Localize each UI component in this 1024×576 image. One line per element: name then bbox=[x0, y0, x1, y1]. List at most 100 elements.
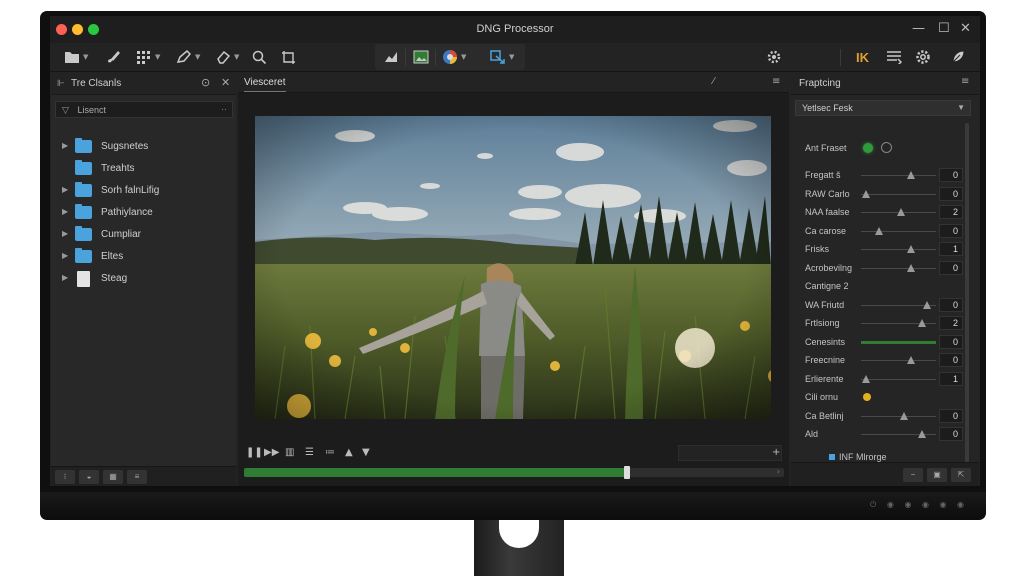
param-slider-thumb[interactable] bbox=[862, 374, 871, 383]
param-slider-thumb[interactable] bbox=[862, 189, 871, 198]
panel-scrollbar[interactable] bbox=[965, 123, 969, 463]
param-value-field[interactable]: 0 bbox=[939, 334, 963, 349]
param-slider[interactable] bbox=[861, 430, 936, 438]
seek-bar[interactable]: › bbox=[244, 466, 784, 479]
pen-icon[interactable]: ▼ bbox=[176, 48, 200, 66]
sidebar-item-2[interactable]: ▶ Sorh falnLifig bbox=[51, 181, 236, 201]
param-slider[interactable] bbox=[861, 263, 936, 272]
param-slider[interactable] bbox=[861, 340, 936, 344]
auto-preset-toggle-off[interactable] bbox=[881, 142, 892, 153]
photo-canvas[interactable] bbox=[255, 116, 771, 419]
fast-forward-icon[interactable]: ▶▶ bbox=[264, 447, 279, 458]
ik-logo-icon[interactable]: IK bbox=[856, 48, 869, 66]
param-value-field[interactable]: 0 bbox=[939, 297, 963, 312]
info-button[interactable]: ⁝ bbox=[55, 470, 75, 484]
param-slider-thumb[interactable] bbox=[907, 171, 916, 179]
param-slider-thumb[interactable] bbox=[923, 300, 932, 309]
auto-preset-toggle-on[interactable] bbox=[863, 143, 873, 153]
edit-icon[interactable]: ⁄ bbox=[713, 76, 715, 87]
options-icon[interactable]: ⊙ bbox=[201, 76, 210, 89]
param-slider-thumb[interactable] bbox=[907, 356, 916, 364]
param-value-field[interactable]: 1 bbox=[939, 242, 963, 256]
param-slider-thumb[interactable] bbox=[917, 430, 926, 438]
sidebar-item-6[interactable]: ▶ Steag bbox=[51, 269, 236, 289]
close-icon[interactable]: ✕ bbox=[960, 21, 971, 36]
minimize-icon[interactable]: — bbox=[912, 21, 925, 36]
panel-menu-icon[interactable]: ≡ bbox=[961, 76, 969, 87]
list-icon[interactable]: ☰ bbox=[305, 447, 314, 458]
param-slider-thumb[interactable] bbox=[900, 411, 909, 420]
monitor-buttons[interactable]: ⏻ ◉ ◉ ◉ ◉ ◉ bbox=[870, 500, 968, 510]
color-wheel-icon[interactable]: ▼ bbox=[442, 48, 466, 66]
library-filter-dropdown[interactable]: ▽ Lisenct ·· bbox=[55, 101, 233, 118]
param-slider[interactable] bbox=[861, 226, 936, 235]
brush-icon[interactable] bbox=[106, 48, 120, 66]
bars-icon[interactable]: ▥ bbox=[285, 447, 294, 458]
param-slider[interactable] bbox=[861, 300, 936, 309]
eraser-icon[interactable]: ▼ bbox=[215, 48, 239, 66]
grid-icon[interactable]: ▼ bbox=[136, 48, 160, 66]
settings-icon[interactable] bbox=[766, 48, 782, 66]
param-value-field[interactable]: 0 bbox=[939, 260, 963, 275]
param-value-field[interactable]: 1 bbox=[939, 371, 963, 386]
image-icon[interactable] bbox=[413, 48, 429, 66]
filter-more-icon[interactable]: ·· bbox=[221, 104, 227, 114]
expand-arrow-icon[interactable]: ▶ bbox=[62, 229, 68, 238]
param-value-field[interactable]: 0 bbox=[939, 186, 963, 201]
param-value-field[interactable]: 0 bbox=[939, 408, 963, 423]
folder-icon[interactable]: ▼ bbox=[64, 48, 88, 66]
tag-button[interactable]: ◒ bbox=[79, 470, 99, 484]
param-slider[interactable] bbox=[861, 245, 936, 253]
sidebar-item-3[interactable]: ▶ Pathiylance bbox=[51, 203, 236, 223]
sidebar-item-5[interactable]: ▶ Eltes bbox=[51, 247, 236, 267]
param-slider[interactable] bbox=[861, 208, 936, 216]
close-panel-icon[interactable]: ✕ bbox=[221, 76, 230, 89]
expand-arrow-icon[interactable]: ▶ bbox=[62, 141, 68, 150]
param-value-field[interactable]: 0 bbox=[939, 353, 963, 367]
param-slider-thumb[interactable] bbox=[917, 319, 926, 327]
param-slider[interactable] bbox=[861, 319, 936, 327]
gear-icon[interactable] bbox=[915, 48, 931, 66]
sidebar-item-4[interactable]: ▶ Cumpliar bbox=[51, 225, 236, 245]
feather-icon[interactable] bbox=[950, 48, 966, 66]
color-swatch[interactable] bbox=[863, 393, 871, 401]
param-value-field[interactable]: 0 bbox=[939, 168, 963, 182]
crop-icon[interactable] bbox=[281, 48, 296, 66]
expand-arrow-icon[interactable]: ▶ bbox=[62, 251, 68, 260]
timecode-field[interactable] bbox=[678, 445, 782, 461]
save-preset-button[interactable]: ▣ bbox=[927, 468, 947, 482]
seek-bar-thumb[interactable] bbox=[624, 466, 631, 479]
checkbox-icon[interactable] bbox=[829, 453, 835, 460]
param-value-field[interactable]: 0 bbox=[939, 427, 963, 441]
layers-icon[interactable] bbox=[886, 48, 902, 66]
sidebar-item-1[interactable]: Treahts bbox=[51, 159, 236, 179]
param-slider-thumb[interactable] bbox=[907, 263, 916, 272]
up-icon[interactable]: ▲ bbox=[345, 447, 353, 458]
remove-button[interactable]: − bbox=[903, 468, 923, 482]
export-preset-button[interactable]: ⇱ bbox=[951, 468, 971, 482]
maximize-icon[interactable]: ☐ bbox=[938, 21, 950, 36]
down-icon[interactable]: ▼ bbox=[362, 447, 370, 458]
param-slider[interactable] bbox=[861, 189, 936, 198]
param-value-field[interactable]: 0 bbox=[939, 223, 963, 238]
preset-dropdown[interactable]: Yetlsec Fesk ▼ bbox=[795, 100, 971, 116]
checklist-icon[interactable]: ≔ bbox=[325, 447, 335, 458]
sidebar-item-0[interactable]: ▶ Sugsnetes bbox=[51, 137, 236, 157]
grid-view-button[interactable]: ▦ bbox=[103, 470, 123, 484]
param-slider-thumb[interactable] bbox=[896, 208, 905, 216]
param-slider[interactable] bbox=[861, 374, 936, 383]
pause-icon[interactable]: ❚❚ bbox=[246, 447, 263, 458]
export-icon[interactable]: ▼ bbox=[490, 48, 514, 66]
menu-icon[interactable]: ≡ bbox=[772, 76, 780, 87]
expand-arrow-icon[interactable]: ▶ bbox=[62, 273, 68, 282]
param-slider[interactable] bbox=[861, 356, 936, 364]
param-slider-thumb[interactable] bbox=[875, 226, 884, 235]
param-slider[interactable] bbox=[861, 411, 936, 420]
param-value-field[interactable]: 2 bbox=[939, 316, 963, 330]
add-icon[interactable]: + bbox=[772, 447, 780, 458]
histogram-icon[interactable] bbox=[383, 48, 399, 66]
zoom-icon[interactable] bbox=[252, 48, 267, 66]
expand-arrow-icon[interactable]: ▶ bbox=[62, 185, 68, 194]
param-value-field[interactable]: 2 bbox=[939, 205, 963, 219]
param-slider-thumb[interactable] bbox=[907, 245, 916, 253]
